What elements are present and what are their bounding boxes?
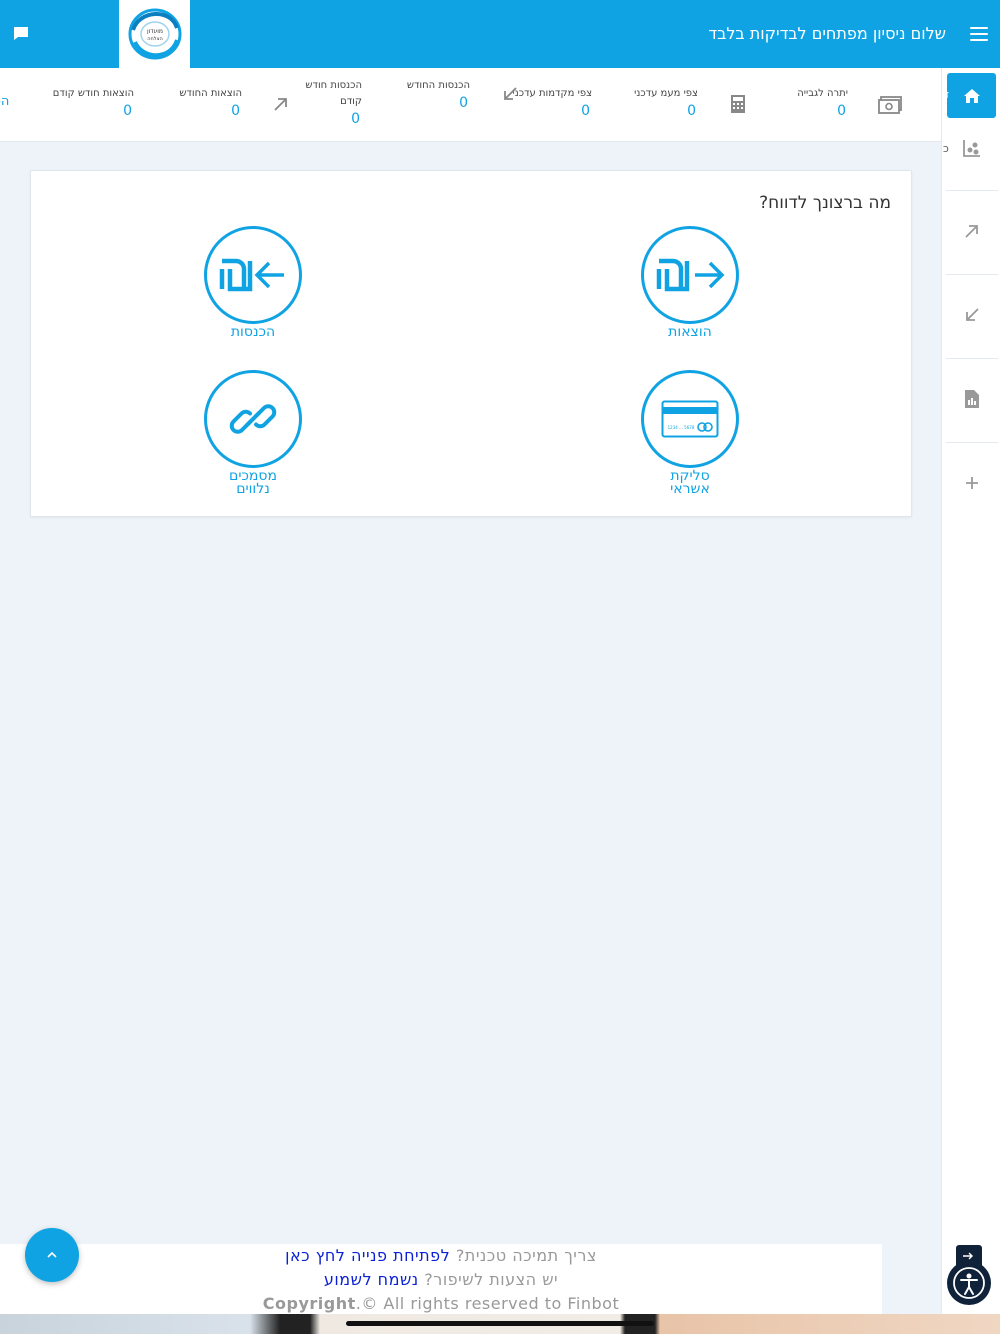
footer: צריך תמיכה טכנית? לפתיחת פנייה לחץ כאן י…	[0, 1244, 882, 1314]
link-icon	[204, 370, 302, 468]
stat-cut-label: הכ	[0, 94, 10, 109]
suggestion-link[interactable]: נשמח לשמוע	[324, 1270, 419, 1289]
stat-balance: יתרה לגבייה 0	[797, 88, 848, 119]
credit-card-icon: 1234 ... 5678	[641, 370, 739, 468]
arrow-up-right-icon	[965, 225, 978, 238]
accessibility-button[interactable]	[947, 1261, 991, 1305]
stat-advance-forecast: צפי מקדמות עדכני 0	[512, 88, 592, 119]
accessibility-icon	[953, 1267, 985, 1299]
svg-text:הצלחה: הצלחה	[147, 36, 163, 42]
tile-attached-documents[interactable]: מסמכים נלווים	[183, 370, 323, 496]
home-indicator	[346, 1321, 654, 1326]
shekel-arrow-in-icon	[204, 226, 302, 324]
arrow-up-right-icon	[273, 96, 289, 116]
shekel-arrow-out-icon	[641, 226, 739, 324]
arrow-down-left-icon	[966, 308, 979, 321]
document-chart-icon	[965, 390, 979, 408]
tile-income[interactable]: הכנסות	[183, 226, 323, 339]
top-bar: שלום ניסיון מפתחים לבדיקות בלבד מועדון ה…	[0, 0, 1000, 70]
arrow-down-left-icon	[502, 86, 518, 106]
copyright-line: Copyright.© All rights reserved to Finbo…	[262, 1294, 620, 1313]
chevron-up-icon	[47, 1251, 57, 1258]
suggestion-line: יש הצעות לשיפור? נשמח לשמוע	[323, 1270, 559, 1289]
chart-people-icon	[963, 140, 980, 157]
stats-bar: יתרה לגבייה 0 צפי מעמ עדכני 0 צפי מקדמות…	[0, 68, 941, 142]
stat-expenses-prev-month: הוצאות חודש קודם 0	[52, 88, 134, 119]
support-line: צריך תמיכה טכנית? לפתיחת פנייה לחץ כאן	[285, 1246, 597, 1265]
stat-income-prev-month: הכנסות חודש קודם 0	[305, 80, 362, 127]
svg-text:1234 ... 5678: 1234 ... 5678	[668, 425, 695, 430]
money-icon	[878, 96, 902, 118]
arrow-right-icon	[963, 1252, 973, 1260]
sidebar-item-reports[interactable]	[946, 123, 998, 173]
logo[interactable]: מועדון הצלחה	[119, 0, 190, 70]
chat-icon[interactable]	[13, 26, 29, 45]
sidebar-sliver-text: ד	[943, 88, 950, 101]
report-card: מה ברצונך לדווח? הוצאות הכנסות 1234 ... …	[30, 170, 912, 517]
support-link[interactable]: לפתיחת פנייה לחץ כאן	[285, 1246, 450, 1265]
plus-icon	[966, 477, 978, 489]
right-sidebar: ד כ	[941, 68, 1000, 1318]
sidebar-item-add[interactable]	[946, 458, 998, 508]
stat-income-month: הכנסות החודש 0	[406, 80, 470, 111]
home-icon	[963, 88, 980, 103]
menu-icon[interactable]	[970, 27, 988, 43]
greeting-title: שלום ניסיון מפתחים לבדיקות בלבד	[708, 24, 946, 43]
stat-vat-forecast: צפי מעמ עדכני 0	[634, 88, 698, 119]
scroll-top-button[interactable]	[25, 1228, 79, 1282]
calculator-icon	[730, 94, 746, 118]
sidebar-item-documents[interactable]	[946, 374, 998, 424]
card-title: מה ברצונך לדווח?	[759, 193, 891, 213]
sidebar-item-income[interactable]	[946, 290, 998, 340]
sidebar-item-expenses[interactable]	[946, 206, 998, 256]
svg-text:מועדון: מועדון	[147, 28, 163, 35]
stat-expenses-month: הוצאות החודש 0	[179, 88, 242, 119]
sidebar-item-home[interactable]	[947, 73, 996, 118]
tile-credit-clearing[interactable]: 1234 ... 5678 סליקת אשראי	[620, 370, 760, 496]
tile-expenses[interactable]: הוצאות	[620, 226, 760, 339]
